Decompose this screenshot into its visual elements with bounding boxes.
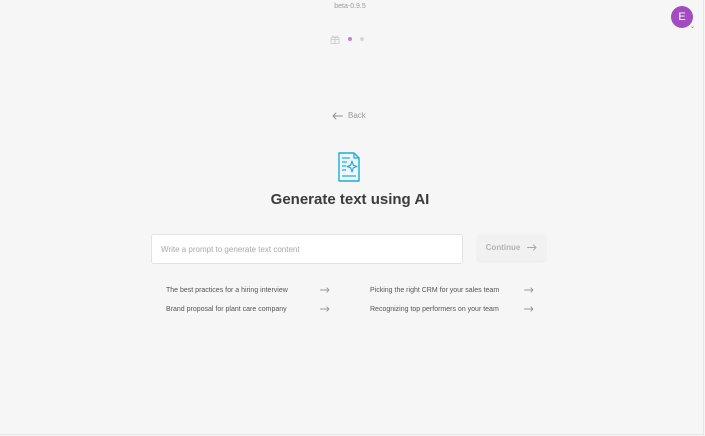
suggestion-item[interactable]: Recognizing top performers on your team (370, 303, 534, 315)
back-label: Back (348, 111, 366, 120)
arrow-left-icon (332, 112, 343, 119)
app-frame (0, 0, 704, 435)
suggestion-label: Brand proposal for plant care company (166, 305, 287, 313)
back-button[interactable]: Back (332, 111, 366, 120)
suggestion-label: Recognizing top performers on your team (370, 305, 499, 313)
arrow-right-icon (320, 306, 330, 312)
step-indicator (330, 33, 364, 45)
chevron-down-icon[interactable]: ⌄ (690, 23, 695, 30)
page-title: Generate text using AI (270, 191, 430, 208)
arrow-right-icon (527, 244, 537, 251)
suggestion-list: The best practices for a hiring intervie… (166, 284, 534, 315)
step-dot-1[interactable] (348, 37, 352, 41)
suggestion-label: Picking the right CRM for your sales tea… (370, 286, 500, 294)
gift-icon[interactable] (330, 34, 340, 44)
continue-label: Continue (485, 243, 521, 252)
document-sparkle-icon (338, 152, 360, 182)
arrow-right-icon (524, 287, 534, 293)
suggestion-item[interactable]: Picking the right CRM for your sales tea… (370, 284, 534, 296)
version-label: beta-0.9.5 (334, 3, 366, 10)
suggestion-item[interactable]: Brand proposal for plant care company (166, 303, 330, 315)
arrow-right-icon (320, 287, 330, 293)
suggestion-item[interactable]: The best practices for a hiring intervie… (166, 284, 330, 296)
continue-button[interactable]: Continue (477, 234, 546, 261)
arrow-right-icon (524, 306, 534, 312)
suggestion-label: The best practices for a hiring intervie… (166, 286, 288, 294)
step-dot-2[interactable] (360, 37, 364, 41)
prompt-input[interactable] (151, 234, 463, 264)
